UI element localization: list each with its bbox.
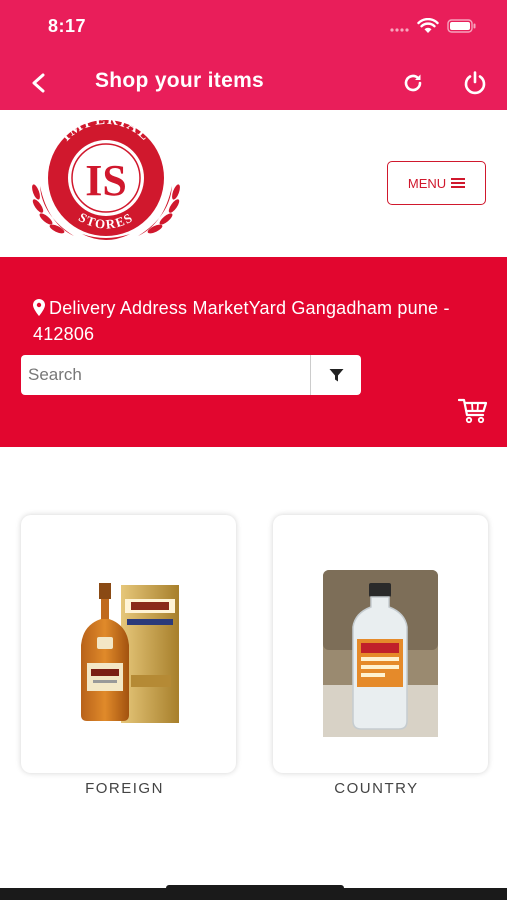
- page-title: Shop your items: [95, 69, 265, 92]
- status-bar: 8:17: [0, 0, 507, 56]
- app-bar: Shop your items: [0, 56, 507, 110]
- back-button[interactable]: [22, 66, 56, 100]
- power-icon: [464, 71, 486, 95]
- refresh-icon: [404, 74, 422, 92]
- battery-icon: [447, 19, 477, 38]
- imperial-stores-logo: IMPERIAL STORES IS: [32, 116, 180, 240]
- search-input[interactable]: [21, 355, 311, 395]
- logo-monogram: IS: [85, 156, 127, 205]
- delivery-address: Delivery Address MarketYard Gangadham pu…: [33, 295, 483, 347]
- shopping-cart-icon: [458, 398, 488, 424]
- menu-label: MENU: [407, 175, 447, 191]
- clear-bottle-image: [323, 570, 438, 737]
- category-card-country[interactable]: [273, 515, 488, 773]
- home-indicator: [166, 885, 344, 891]
- filter-icon: [329, 368, 343, 381]
- category-label-foreign[interactable]: FOREIGN: [17, 780, 232, 797]
- category-label-country[interactable]: COUNTRY: [269, 780, 484, 797]
- search-bar: [21, 355, 361, 395]
- filter-button[interactable]: [311, 355, 361, 395]
- delivery-search-band: Delivery Address MarketYard Gangadham pu…: [0, 257, 507, 447]
- hamburger-icon: [451, 178, 466, 188]
- map-pin-icon: [33, 299, 45, 316]
- cart-button[interactable]: [455, 395, 491, 427]
- wifi-icon: [417, 17, 439, 39]
- refresh-button[interactable]: [396, 66, 430, 100]
- delivery-address-text: Delivery Address MarketYard Gangadham pu…: [33, 298, 450, 344]
- brand-header: IMPERIAL STORES IS MENU: [0, 110, 507, 257]
- status-time: 8:17: [48, 16, 87, 36]
- status-icons: [389, 17, 477, 39]
- signal-icon: [389, 20, 409, 38]
- logout-button[interactable]: [458, 66, 492, 100]
- category-card-foreign[interactable]: [21, 515, 236, 773]
- whisky-bottle-image: [81, 583, 179, 723]
- back-arrow-icon: [32, 73, 45, 93]
- menu-button[interactable]: MENU: [387, 161, 486, 205]
